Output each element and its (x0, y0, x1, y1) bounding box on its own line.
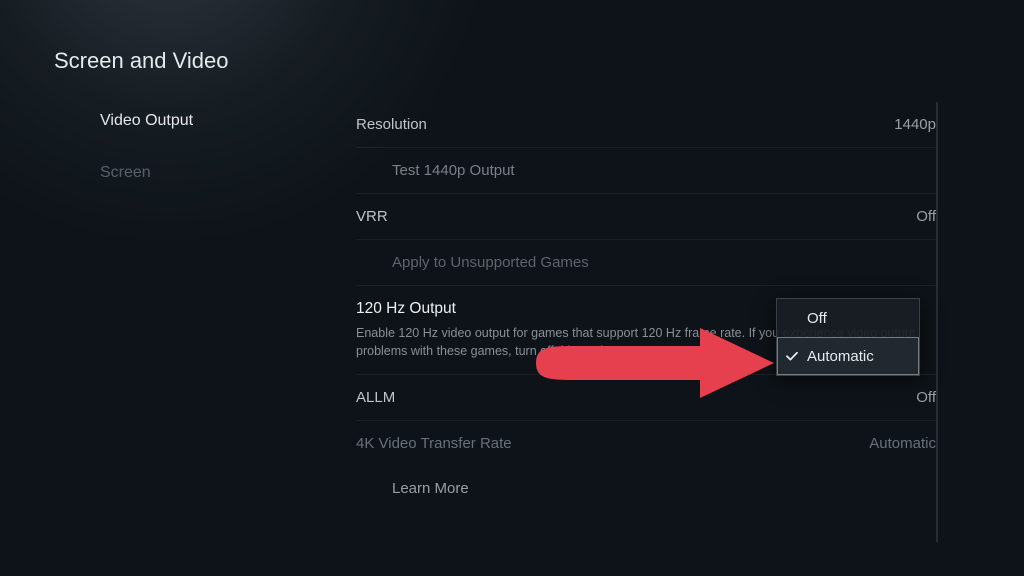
row-test-1440p[interactable]: Test 1440p Output (356, 148, 936, 194)
row-learn-more[interactable]: Learn More (356, 466, 936, 511)
row-vrr-unsupported[interactable]: Apply to Unsupported Games (356, 240, 936, 286)
row-allm[interactable]: ALLM Off (356, 375, 936, 421)
row-resolution[interactable]: Resolution 1440p (356, 102, 936, 148)
row-value: Off (916, 208, 936, 225)
dropdown-option-label: Off (807, 310, 827, 327)
row-label: Resolution (356, 116, 427, 133)
sidebar: Video Output Screen (100, 112, 300, 182)
check-icon (785, 349, 799, 363)
sidebar-item-video-output[interactable]: Video Output (100, 112, 300, 130)
dropdown-option-automatic[interactable]: Automatic (777, 337, 919, 375)
dropdown-120hz-output: Off Automatic (776, 298, 920, 376)
row-value: Off (916, 389, 936, 406)
dropdown-option-off[interactable]: Off (777, 299, 919, 337)
page-title: Screen and Video (54, 48, 229, 74)
row-4k-transfer-rate[interactable]: 4K Video Transfer Rate Automatic (356, 421, 936, 466)
dropdown-option-label: Automatic (807, 348, 874, 365)
row-value: 1440p (894, 116, 936, 133)
scrollbar-track[interactable] (936, 102, 938, 542)
row-value: Automatic (869, 435, 936, 452)
row-label: VRR (356, 208, 388, 225)
sidebar-item-screen[interactable]: Screen (100, 164, 300, 182)
row-label: ALLM (356, 389, 395, 406)
row-vrr[interactable]: VRR Off (356, 194, 936, 240)
row-label: 4K Video Transfer Rate (356, 435, 512, 452)
